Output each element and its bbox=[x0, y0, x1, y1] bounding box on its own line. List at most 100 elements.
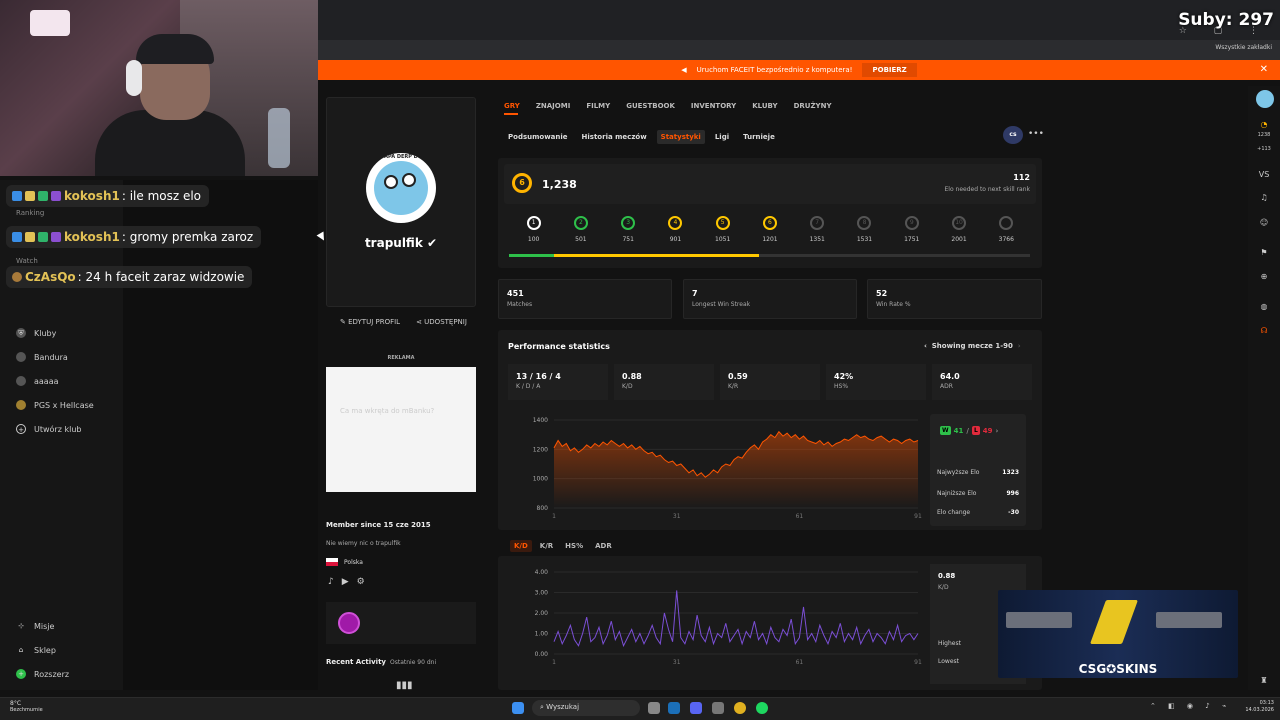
skill-level-item: 4 901 bbox=[652, 216, 699, 243]
taskbar-search[interactable]: ⌕ Wyszukaj bbox=[532, 700, 640, 716]
lowest-elo-value: 996 bbox=[1006, 490, 1019, 497]
ad-banner[interactable]: Ca ma wkręta do mBanku? bbox=[326, 367, 476, 492]
x-tick-label: 91 bbox=[914, 659, 922, 666]
chrome-icon[interactable] bbox=[734, 702, 746, 714]
avatar-eye bbox=[384, 175, 398, 189]
chevron-right-icon[interactable]: › bbox=[1018, 342, 1021, 350]
recent-activity: Recent Activity Ostatnie 90 dni bbox=[326, 658, 436, 666]
party-icon[interactable]: ⚑ bbox=[1256, 248, 1272, 257]
discord-icon[interactable] bbox=[690, 702, 702, 714]
sidebar-item-bandura[interactable]: Bandura bbox=[16, 352, 68, 362]
rifle-skin-image bbox=[1006, 612, 1072, 628]
tab-metric-kr[interactable]: K/R bbox=[536, 540, 557, 552]
tab-match-history[interactable]: Historia meczów bbox=[578, 130, 651, 144]
club-avatar-icon bbox=[16, 376, 26, 386]
match-range-selector[interactable]: ‹ Showing mecze 1-90 › bbox=[924, 342, 1021, 350]
sponsor-logo: CSG✪SKINS bbox=[1078, 662, 1158, 676]
youtube-icon[interactable]: ▶ bbox=[342, 577, 349, 587]
sidebar-item-expand[interactable]: + Rozszerz bbox=[16, 669, 69, 679]
tab-kluby[interactable]: KLUBY bbox=[752, 102, 777, 110]
bookmarks-folder[interactable]: Wszystkie zakładki bbox=[1215, 44, 1272, 51]
sidebar-item-shop[interactable]: ⌂ Sklep bbox=[16, 645, 56, 655]
flag-poland-icon bbox=[326, 558, 338, 566]
close-icon[interactable]: ✕ bbox=[1260, 64, 1268, 75]
highest-elo-label: Najwyższe Elo bbox=[937, 469, 980, 476]
friends-icon[interactable]: ☺ bbox=[1256, 218, 1272, 227]
steam-icon[interactable] bbox=[668, 702, 680, 714]
shop-icon[interactable]: ♜ bbox=[1256, 676, 1272, 685]
x-tick-label: 31 bbox=[673, 659, 681, 666]
y-tick-label: 1000 bbox=[533, 476, 548, 483]
tab-metric-adr[interactable]: ADR bbox=[591, 540, 616, 552]
sidebar-item-create-club[interactable]: + Utwórz klub bbox=[16, 424, 81, 434]
friend-avatar-icon[interactable]: ◍ bbox=[1256, 302, 1272, 311]
task-view-icon[interactable] bbox=[648, 702, 660, 714]
system-tray[interactable]: ⌃ ◧ ◉ ♪ ⌁ bbox=[1150, 702, 1231, 710]
nickname-text: trapulfik bbox=[364, 236, 423, 250]
app-icon[interactable] bbox=[712, 702, 724, 714]
sidebar-item-aaaaa[interactable]: aaaaa bbox=[16, 376, 59, 386]
tab-druzyny[interactable]: DRUŻYNY bbox=[794, 102, 832, 110]
cam-ring-light bbox=[30, 10, 70, 36]
skill-level-icon: 2 bbox=[573, 216, 588, 230]
more-options-icon[interactable]: ••• bbox=[1028, 129, 1044, 139]
tab-statistics[interactable]: Statystyki bbox=[656, 130, 705, 144]
tab-metric-hs[interactable]: HS% bbox=[561, 540, 587, 552]
tab-gry[interactable]: GRY bbox=[504, 102, 520, 110]
recent-activity-title: Recent Activity bbox=[326, 658, 386, 666]
windows-start-icon[interactable] bbox=[512, 702, 524, 714]
highest-elo-row: Najwyższe Elo 1323 bbox=[937, 469, 1019, 476]
avatar-eye bbox=[402, 173, 416, 187]
faded-nav-ranking[interactable]: Ranking bbox=[16, 209, 44, 217]
y-tick-label: 800 bbox=[537, 505, 549, 512]
steam-icon[interactable]: ⚙ bbox=[357, 577, 365, 587]
skill-level-icon: 8 bbox=[857, 216, 872, 230]
faded-nav-watch[interactable]: Watch bbox=[16, 257, 38, 265]
tab-metric-kd[interactable]: K/D bbox=[510, 540, 532, 552]
rail-elo-delta: +113 bbox=[1257, 146, 1271, 152]
perf-card-adr: 64.0 ADR bbox=[932, 364, 1032, 400]
tab-leagues[interactable]: Ligi bbox=[711, 130, 733, 144]
series-line bbox=[553, 590, 919, 648]
tiktok-icon[interactable]: ♪ bbox=[328, 577, 334, 587]
headset-icon[interactable]: ☊ bbox=[1256, 326, 1272, 335]
edit-profile-button[interactable]: ✎ EDYTUJ PROFIL bbox=[340, 318, 400, 326]
x-tick-label: 61 bbox=[796, 513, 804, 520]
warning-icon: ◀ bbox=[681, 66, 687, 74]
plus-icon[interactable]: ⊕ bbox=[1256, 272, 1272, 281]
elo-level-icon[interactable]: ◔ bbox=[1256, 120, 1272, 129]
skill-level-item: 1 100 bbox=[510, 216, 557, 243]
clock[interactable]: 03:13 14.03.2026 bbox=[1238, 700, 1274, 714]
skill-level-icon: 1 bbox=[526, 216, 541, 230]
bell-icon[interactable]: ♫ bbox=[1256, 193, 1272, 202]
kd-label: K/D bbox=[938, 584, 949, 591]
spotify-icon[interactable] bbox=[756, 702, 768, 714]
chevron-left-icon[interactable]: ‹ bbox=[924, 342, 927, 350]
cam-bottle bbox=[268, 108, 290, 168]
user-avatar-icon[interactable] bbox=[1256, 90, 1274, 108]
tab-znajomi[interactable]: ZNAJOMI bbox=[536, 102, 570, 110]
skill-level-item: 8 1531 bbox=[841, 216, 888, 243]
weather-widget[interactable]: 8°C Bezchmurnie bbox=[10, 700, 43, 714]
chat-username: kokosh1 bbox=[64, 189, 120, 203]
stat-value: 451 bbox=[507, 289, 524, 298]
sidebar-item-pgs-hellcase[interactable]: PGS x Hellcase bbox=[16, 400, 94, 410]
avatar[interactable]: APA DERP D bbox=[366, 153, 436, 223]
cs2-game-icon[interactable]: cs bbox=[1003, 126, 1023, 144]
sidebar-item-kluby[interactable]: ⛨ Kluby bbox=[16, 328, 56, 338]
versus-icon[interactable]: VS bbox=[1256, 170, 1272, 179]
tab-tournaments[interactable]: Turnieje bbox=[739, 130, 779, 144]
tab-summary[interactable]: Podsumowanie bbox=[504, 130, 572, 144]
member-since: Member since 15 cze 2015 bbox=[326, 521, 431, 529]
win-loss[interactable]: W 41 / L 49 › bbox=[940, 426, 998, 435]
sidebar-item-missions[interactable]: ⊹ Misje bbox=[16, 621, 54, 631]
kd-lowest-label: Lowest bbox=[938, 658, 959, 665]
tab-inventory[interactable]: INVENTORY bbox=[691, 102, 736, 110]
download-button[interactable]: POBIERZ bbox=[862, 63, 917, 77]
tab-guestbook[interactable]: GUESTBOOK bbox=[626, 102, 675, 110]
kd-value: 0.88 bbox=[938, 572, 956, 580]
tab-filmy[interactable]: FILMY bbox=[586, 102, 610, 110]
perf-label: K/R bbox=[728, 383, 739, 390]
badge-icon[interactable] bbox=[338, 612, 360, 634]
share-button[interactable]: ⋖ UDOSTĘPNIJ bbox=[416, 318, 467, 326]
